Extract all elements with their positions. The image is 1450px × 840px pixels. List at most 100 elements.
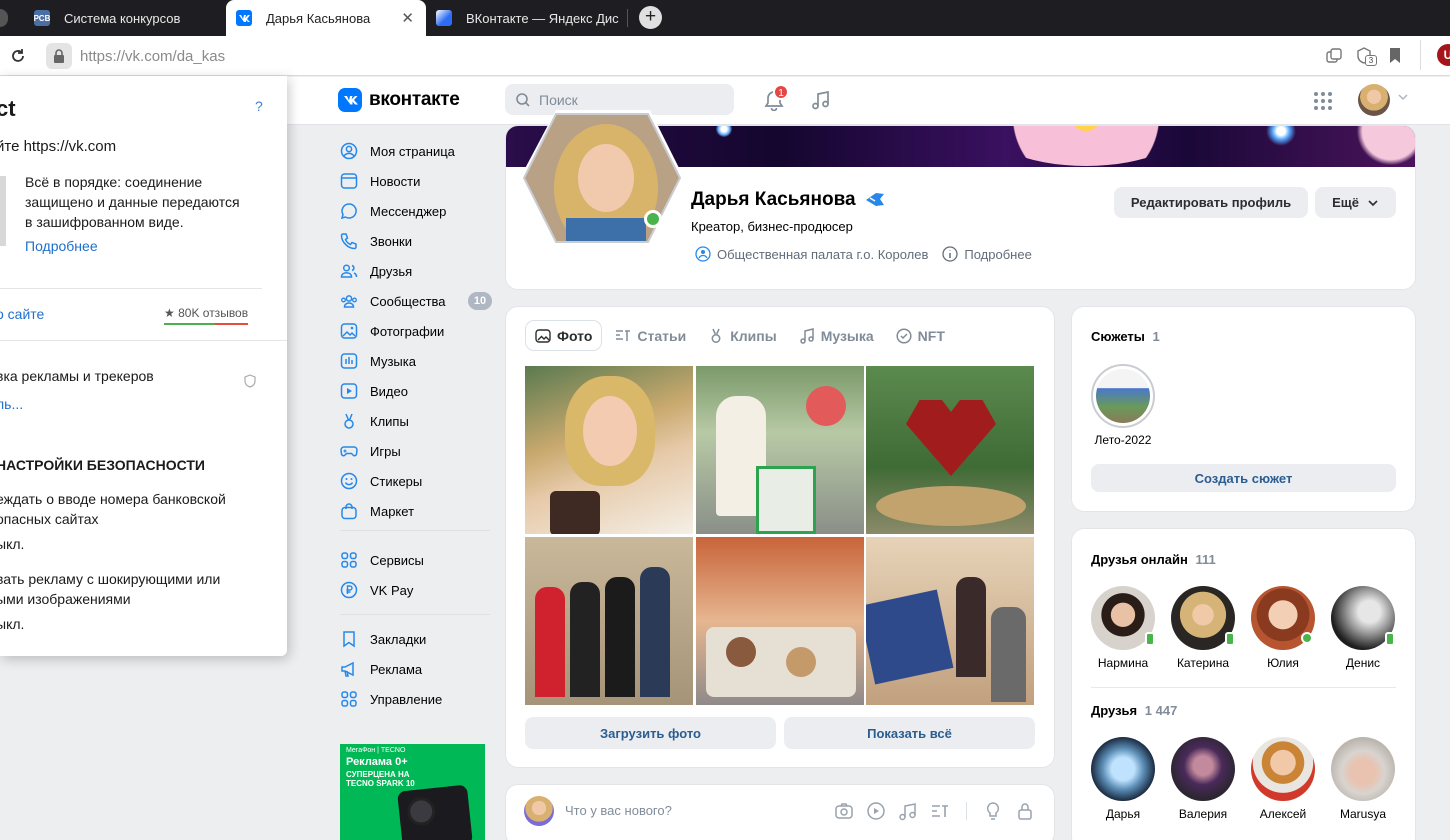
photo-thumbnail[interactable]	[696, 537, 864, 705]
friend-item[interactable]: Алексей	[1243, 737, 1323, 821]
sticker-icon	[340, 472, 358, 490]
url-host: https://vk.com	[80, 48, 173, 65]
tab-articles[interactable]: Статьи	[615, 328, 686, 344]
nav-ads[interactable]: Реклама	[340, 654, 422, 684]
friend-online-item[interactable]: Катерина	[1163, 586, 1243, 670]
reviews-link[interactable]: ★ 80K отзывов	[164, 306, 249, 325]
close-tab-icon[interactable]: ✕	[401, 9, 414, 27]
lock-icon[interactable]	[1015, 801, 1035, 821]
profile-details-link[interactable]: Подробнее	[964, 247, 1031, 262]
reload-icon[interactable]	[8, 46, 28, 66]
video-icon[interactable]	[866, 801, 886, 821]
tab-nft[interactable]: NFT	[896, 328, 945, 344]
photo-thumbnail[interactable]	[696, 366, 864, 534]
tab-photo[interactable]: Фото	[526, 321, 602, 350]
tab-clips[interactable]: Клипы	[708, 328, 777, 344]
verified-icon[interactable]	[864, 190, 886, 210]
new-tab-button[interactable]: +	[639, 6, 662, 29]
clips-icon	[711, 328, 721, 343]
friends-online-count: 111	[1195, 552, 1216, 567]
more-link[interactable]: Подробнее	[25, 238, 98, 254]
friends-online-header[interactable]: Друзья онлайн 111	[1091, 552, 1216, 567]
nav-services[interactable]: Сервисы	[340, 545, 424, 575]
tab-contests[interactable]: РСВ Система конкурсов	[34, 0, 224, 36]
shock-ads-state[interactable]: ыкл.	[0, 616, 24, 632]
article-icon[interactable]	[930, 801, 950, 821]
friend-name: Валерия	[1178, 807, 1228, 821]
friends-header[interactable]: Друзья 1 447	[1091, 703, 1177, 718]
nav-friends[interactable]: Друзья	[340, 256, 412, 286]
upload-photo-button[interactable]: Загрузить фото	[525, 717, 776, 749]
nav-clips[interactable]: Клипы	[340, 406, 409, 436]
nav-my-page[interactable]: Моя страница	[340, 136, 455, 166]
profile-avatar[interactable]	[516, 108, 688, 248]
friends-online-title: Друзья онлайн	[1091, 552, 1188, 567]
user-avatar[interactable]	[1358, 84, 1390, 116]
friend-item[interactable]: Дарья	[1083, 737, 1163, 821]
friend-item[interactable]: Marusya	[1323, 737, 1403, 821]
extension-icon[interactable]: U	[1437, 44, 1450, 66]
nav-news[interactable]: Новости	[340, 166, 420, 196]
communities-icon	[341, 295, 357, 308]
notifications-bell-icon[interactable]: 1	[763, 84, 789, 111]
photo-thumbnail[interactable]	[866, 366, 1034, 534]
ad-banner[interactable]: МегаФон | TECNO Реклама 0+ СУПЕРЦЕНА НА …	[340, 744, 485, 840]
nav-calls[interactable]: Звонки	[340, 226, 412, 256]
tab-photo-label: Фото	[557, 327, 593, 344]
stories-header[interactable]: Сюжеты 1	[1091, 329, 1160, 344]
help-icon[interactable]: ?	[255, 98, 263, 114]
nav-messenger[interactable]: Мессенджер	[340, 196, 446, 226]
nav-music[interactable]: Музыка	[340, 346, 416, 376]
about-site-link[interactable]: о сайте	[0, 306, 44, 322]
friends-icon	[340, 264, 358, 278]
nav-communities[interactable]: Сообщества 10	[340, 286, 492, 316]
post-input[interactable]: Что у вас нового?	[565, 803, 672, 818]
friend-item[interactable]: Валерия	[1163, 737, 1243, 821]
tab-music[interactable]: Музыка	[799, 328, 874, 344]
music-player-icon[interactable]	[810, 89, 832, 111]
nav-vkpay[interactable]: VK Pay	[340, 575, 413, 605]
nav-photos[interactable]: Фотографии	[340, 316, 444, 346]
photo-thumbnail[interactable]	[525, 366, 693, 534]
bookmark-page-icon[interactable]	[1388, 47, 1402, 64]
photo-thumbnail[interactable]	[866, 537, 1034, 705]
bank-warning-state[interactable]: ыкл.	[0, 536, 24, 552]
profile-org[interactable]: Общественная палата г.о. Королев	[717, 247, 928, 262]
edit-profile-button[interactable]: Редактировать профиль	[1114, 187, 1308, 218]
nav-manage[interactable]: Управление	[340, 684, 442, 714]
nav-games[interactable]: Игры	[340, 436, 401, 466]
friend-online-item[interactable]: Юлия	[1243, 586, 1323, 670]
bank-warning-1[interactable]: еждать о вводе номера банковской	[0, 491, 226, 507]
music-icon[interactable]	[898, 801, 918, 821]
vk-logo[interactable]: вконтакте	[338, 88, 460, 112]
show-all-button[interactable]: Показать всё	[784, 717, 1035, 749]
friend-name: Катерина	[1176, 656, 1230, 670]
nav-market[interactable]: Маркет	[340, 496, 414, 526]
secure-shield-icon	[0, 176, 6, 246]
photo-thumbnail[interactable]	[525, 537, 693, 705]
nav-video[interactable]: Видео	[340, 376, 408, 406]
chevron-down-icon[interactable]	[1397, 93, 1409, 101]
shock-ads-1[interactable]: вать рекламу с шокирующими или	[0, 571, 220, 587]
create-story-button[interactable]: Создать сюжет	[1091, 464, 1396, 492]
mobile-online-icon	[1145, 632, 1155, 646]
nav-stickers[interactable]: Стикеры	[340, 466, 422, 496]
story-thumbnail[interactable]	[1091, 364, 1155, 428]
more-button[interactable]: Ещё	[1315, 187, 1396, 218]
nav-bookmarks[interactable]: Закладки	[340, 624, 426, 654]
tab-disk[interactable]: ВКонтакте — Яндекс Дис	[436, 0, 626, 36]
tab-profile[interactable]: Дарья Касьянова ✕	[226, 0, 426, 36]
lock-icon[interactable]	[46, 43, 72, 69]
friend-online-item[interactable]: Нармина	[1083, 586, 1163, 670]
protect-icon[interactable]: 3	[1356, 46, 1377, 66]
user-circle-icon	[340, 142, 358, 160]
apps-grid-icon[interactable]	[1313, 91, 1333, 111]
tab-overflow[interactable]	[0, 0, 8, 36]
camera-icon[interactable]	[834, 801, 854, 821]
tab-share-icon[interactable]	[1326, 48, 1342, 64]
secure-text-3: в зашифрованном виде.	[25, 214, 184, 230]
friend-online-item[interactable]: Денис	[1323, 586, 1403, 670]
url-field[interactable]: https://vk.com/da_kas	[80, 48, 225, 65]
ads-more-link[interactable]: ль...	[0, 396, 23, 412]
lightbulb-icon[interactable]	[983, 801, 1003, 821]
